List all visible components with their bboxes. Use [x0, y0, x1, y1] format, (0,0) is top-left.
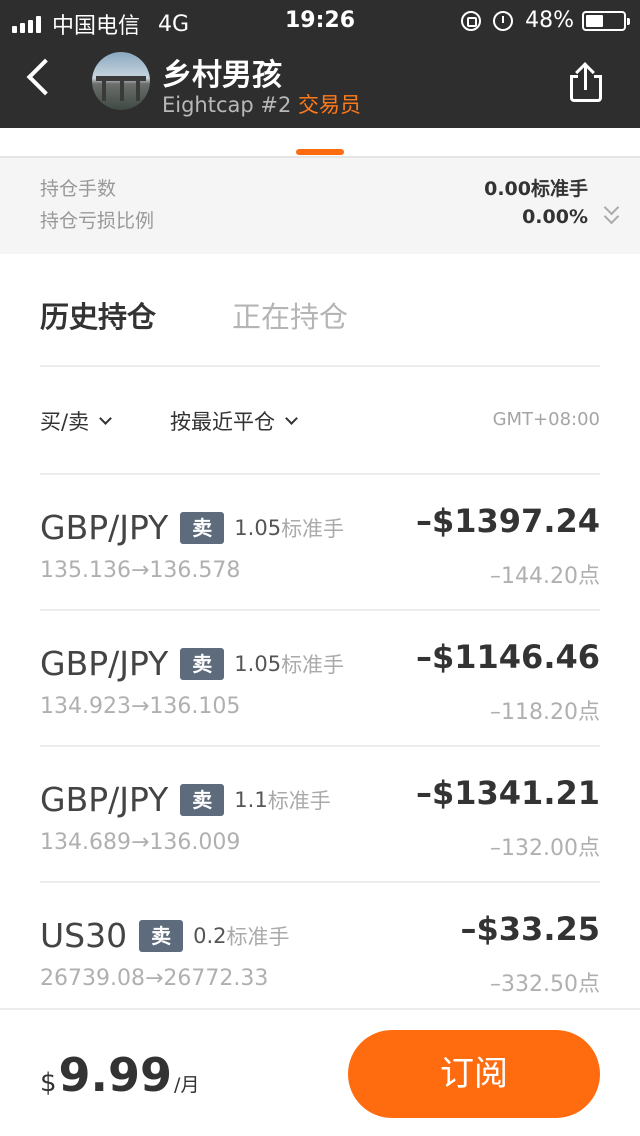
broker-rank: Eightcap #2 — [162, 93, 292, 117]
trade-points: –332.50点 — [490, 972, 600, 997]
side-badge: 卖 — [180, 783, 225, 816]
trade-lots-unit: 标准手 — [267, 788, 331, 813]
battery-fill — [586, 14, 603, 27]
trade-prices: 135.136→136.578 — [40, 558, 241, 583]
price-period: /月 — [174, 1074, 200, 1096]
expand-chevron-icon[interactable] — [604, 202, 620, 226]
trade-header: US30 卖 0.2 标准手 — [40, 916, 290, 955]
pnl-ratio-value: 0.00% — [522, 206, 588, 228]
trader-role: 交易员 — [298, 93, 362, 117]
trade-points: –132.00点 — [490, 836, 600, 861]
lots-value: 0.00标准手 — [484, 178, 588, 200]
trade-lots-unit: 标准手 — [281, 516, 345, 541]
avatar[interactable] — [92, 52, 150, 110]
tab-open-positions[interactable]: 正在持仓 — [232, 294, 348, 336]
trade-pnl: –$1341.21 — [415, 774, 600, 812]
alarm-icon — [493, 10, 514, 31]
status-bar: 中国电信 4G 19:26 48% — [0, 0, 640, 40]
timezone-label: GMT+08:00 — [492, 409, 600, 430]
battery-icon — [582, 10, 630, 31]
trade-pnl: –$1146.46 — [415, 638, 600, 676]
side-filter[interactable]: 买/卖 — [40, 406, 112, 436]
trade-points: –118.20点 — [490, 700, 600, 725]
chevron-down-icon — [99, 412, 112, 425]
side-filter-label: 买/卖 — [40, 410, 90, 434]
section-indicator — [296, 149, 344, 155]
tabs-divider — [40, 365, 600, 367]
trade-prices: 26739.08→26772.33 — [40, 966, 269, 991]
share-button[interactable] — [568, 62, 604, 104]
trade-row[interactable]: GBP/JPY 卖 1.05 标准手 134.923→136.105 –$1146… — [40, 610, 600, 746]
sort-filter[interactable]: 按最近平仓 — [170, 406, 298, 436]
trade-pnl: –$33.25 — [460, 910, 600, 948]
trader-subtitle: Eightcap #2 交易员 — [162, 89, 361, 119]
trade-points: –144.20点 — [490, 564, 600, 589]
price-currency: $ — [40, 1068, 57, 1098]
app-header: 中国电信 4G 19:26 48% 乡村男孩 Eightcap #2 交易员 — [0, 0, 640, 128]
trade-lots: 1.05 — [234, 515, 282, 540]
trade-symbol: US30 — [40, 916, 128, 955]
chevron-down-icon — [285, 412, 298, 425]
side-badge: 卖 — [180, 511, 225, 544]
trade-row[interactable]: GBP/JPY 卖 1.05 标准手 135.136→136.578 –$1397… — [40, 474, 600, 610]
position-summary: 持仓手数 0.00标准手 持仓亏损比例 0.00% — [0, 156, 640, 254]
trade-row[interactable]: GBP/JPY 卖 1.1 标准手 134.689→136.009 –$1341.… — [40, 746, 600, 882]
trade-row[interactable]: US30 卖 0.2 标准手 26739.08→26772.33 –$33.25 … — [40, 882, 600, 1018]
tab-history[interactable]: 历史持仓 — [40, 294, 156, 336]
trade-pnl: –$1397.24 — [415, 502, 600, 540]
trade-symbol: GBP/JPY — [40, 644, 169, 683]
trade-symbol: GBP/JPY — [40, 508, 169, 547]
trade-lots-unit: 标准手 — [281, 652, 345, 677]
sort-filter-label: 按最近平仓 — [170, 410, 275, 434]
trade-lots: 0.2 — [193, 923, 227, 948]
trade-lots: 1.05 — [234, 651, 282, 676]
trade-header: GBP/JPY 卖 1.05 标准手 — [40, 508, 344, 547]
rotation-lock-icon — [461, 10, 482, 31]
trade-prices: 134.923→136.105 — [40, 694, 241, 719]
side-badge: 卖 — [180, 647, 225, 680]
subscribe-button[interactable]: 订阅 — [348, 1030, 600, 1118]
price-amount: 9.99 — [58, 1048, 173, 1102]
subscription-price: $ 9.99 /月 — [40, 1048, 199, 1102]
trade-lots-unit: 标准手 — [226, 924, 290, 949]
trade-header: GBP/JPY 卖 1.1 标准手 — [40, 780, 331, 819]
back-button[interactable] — [22, 58, 62, 102]
trade-symbol: GBP/JPY — [40, 780, 169, 819]
status-right: 48% — [461, 8, 630, 33]
subscribe-bar: $ 9.99 /月 订阅 — [0, 1008, 640, 1136]
trade-header: GBP/JPY 卖 1.05 标准手 — [40, 644, 344, 683]
side-badge: 卖 — [139, 919, 184, 952]
battery-percent: 48% — [525, 8, 574, 33]
trader-name: 乡村男孩 — [162, 58, 282, 93]
trade-prices: 134.689→136.009 — [40, 830, 241, 855]
lots-label: 持仓手数 — [40, 178, 117, 200]
trade-lots: 1.1 — [234, 787, 268, 812]
pnl-ratio-label: 持仓亏损比例 — [40, 210, 155, 232]
